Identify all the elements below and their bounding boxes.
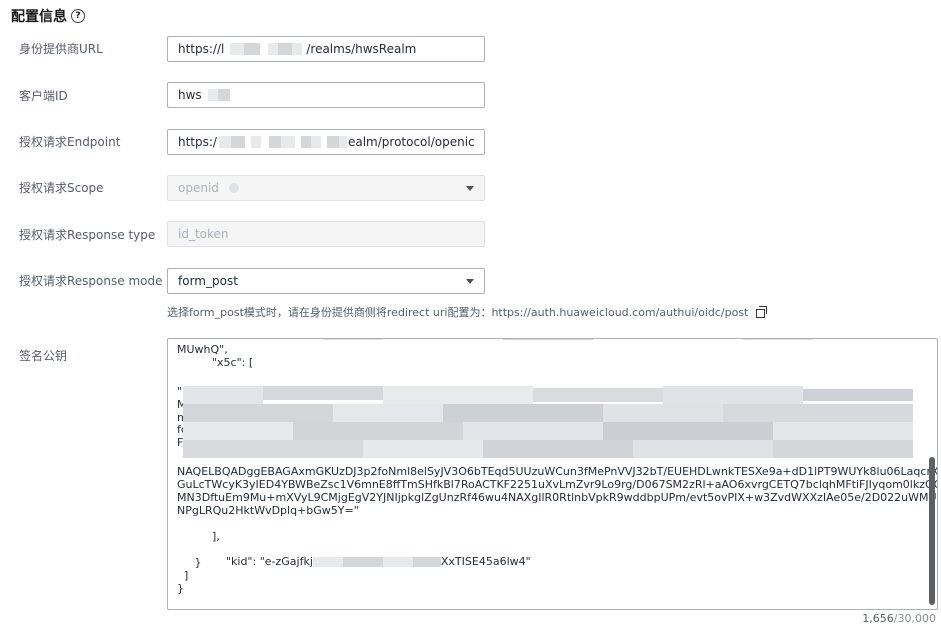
section-title-text: 配置信息 [11,9,67,25]
code-line: "kid": "e-zGajfkj XxTISE45a6lw4" [177,543,531,581]
redacted-block [218,136,231,148]
public-key-label: 签名公钥 [19,349,68,363]
code-line: ] [177,569,189,582]
code-line: MN3DftuEm9Mu+mXVyL9CMjgEgV2YJNIjpkglZgUn… [177,491,937,504]
response-mode-label: 授权请求Response mode [19,274,163,288]
code-line: } [177,556,202,569]
auth-endpoint-label: 授权请求Endpoint [19,135,121,149]
redacted-block [183,339,913,340]
redacted-block [310,136,321,148]
redirect-hint-text: 选择form_post模式时，请在身份提供商侧将redirect uri配置为：… [167,306,749,319]
auth-endpoint-suffix: ealm/protocol/openic [347,135,475,149]
char-count-current: 1,656 [862,612,894,625]
client-id-value: hws [178,88,202,102]
code-line: MUwhQ", [177,343,228,356]
redacted-block [312,556,343,567]
redacted-block [268,136,281,148]
provider-url-label: 身份提供商URL [19,42,103,56]
redacted-block [207,89,218,101]
code-line: NAQELBQADggEBAGAxmGKUzDJ3p2foNml8elSyJV3… [177,465,938,478]
auth-scope-select[interactable]: openid [167,175,485,201]
redacted-block [292,43,303,55]
scope-chip-label: openid [178,181,219,195]
response-type-value: id_token [178,227,229,241]
redacted-block [278,43,293,55]
code-line: GuLcTWcyK3yIED4YBWBeZsc1V6mnE8ffTmSHfkBl… [177,478,938,491]
provider-url-input[interactable]: https://l /realms/hwsRealm [167,36,485,62]
public-key-textarea[interactable]: MUwhQ", "x5c": [ "M M m fc F NAQELBQADgg… [167,338,938,610]
redacted-block [250,136,261,148]
redacted-block [342,556,383,567]
chevron-down-icon [466,186,474,191]
code-line: } [177,582,184,595]
redacted-block [217,89,230,101]
redacted-block [338,136,347,148]
kid-prefix: "kid": "e-zGajfkj [191,554,313,568]
provider-url-suffix: /realms/hwsRealm [306,42,417,56]
auth-scope-label: 授权请求Scope [19,181,104,195]
response-mode-value: form_post [178,274,238,288]
auth-endpoint-input[interactable]: https:/ ealm/protocol/openic [167,129,485,155]
redacted-block [183,386,913,458]
redacted-block [382,556,413,567]
redacted-block [412,556,441,567]
client-id-label: 客户端ID [19,89,68,103]
response-type-input: id_token [167,221,485,247]
redacted-block [244,43,261,55]
textarea-scrollbar[interactable] [929,457,935,605]
char-count-max: /30,000 [893,612,936,625]
redacted-block [230,136,245,148]
chevron-down-icon [466,279,474,284]
code-line: NPgLRQu2HktWvDplq+bGw5Y=" [177,504,359,517]
provider-url-prefix: https://l [178,42,225,56]
response-type-label: 授权请求Response type [19,228,156,242]
redacted-block [268,43,279,55]
response-mode-select[interactable]: form_post [167,268,485,294]
redacted-block [326,136,339,148]
char-counter: 1,656/30,000 [862,612,936,625]
redacted-block [300,136,311,148]
client-id-input[interactable]: hws [167,82,485,108]
kid-suffix: XxTISE45a6lw4" [440,554,531,568]
question-circle-icon[interactable]: ? [71,9,85,23]
scope-chip: openid [178,181,239,195]
copy-icon[interactable] [756,306,768,318]
redacted-block [230,43,245,55]
section-title: 配置信息 ? [11,6,85,26]
auth-endpoint-prefix: https:/ [178,135,217,149]
redirect-hint: 选择form_post模式时，请在身份提供商侧将redirect uri配置为：… [167,304,768,320]
redacted-block [280,136,295,148]
chip-remove-icon[interactable] [228,183,239,193]
code-line: ], [177,530,220,543]
code-line: "x5c": [ [177,356,254,369]
